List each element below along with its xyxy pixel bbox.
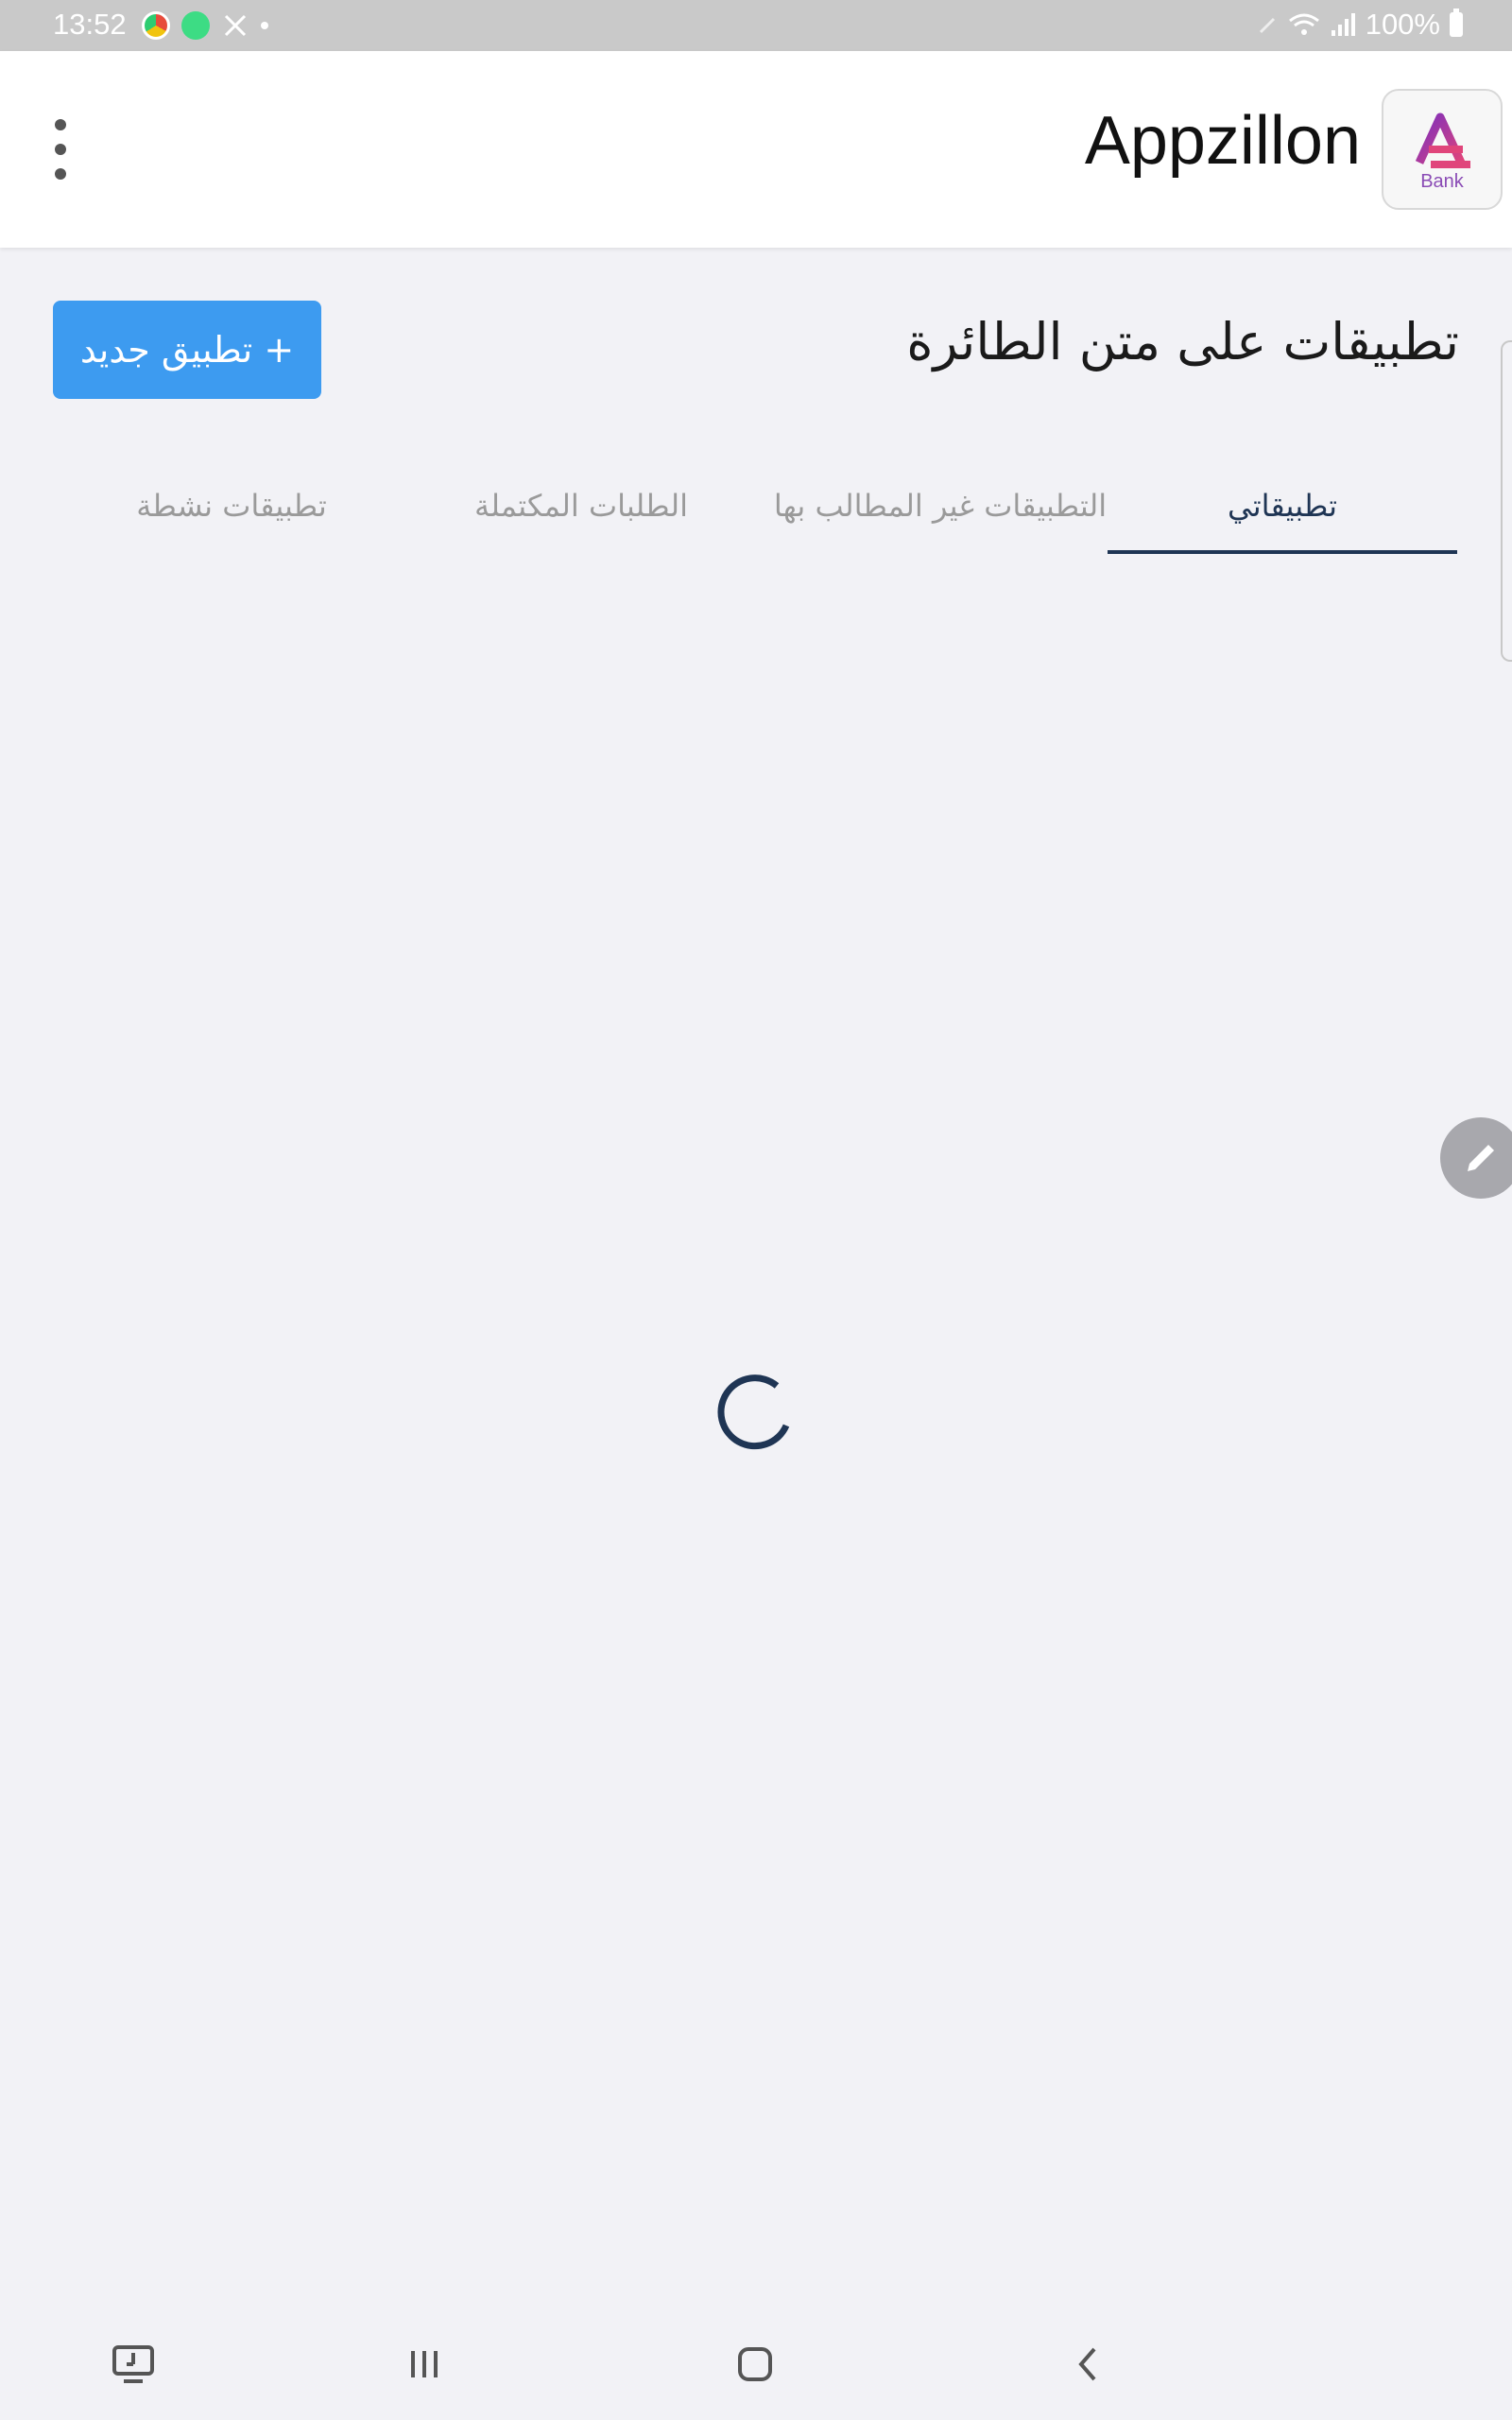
home-icon[interactable] xyxy=(722,2331,788,2397)
no-signal-tools-icon xyxy=(224,14,247,37)
app-logo: Bank xyxy=(1382,89,1503,210)
battery-icon xyxy=(1450,9,1463,37)
app-title: Appzillon xyxy=(1084,103,1361,179)
logo-caption: Bank xyxy=(1420,171,1464,192)
system-nav-bar xyxy=(0,2307,1512,2420)
cell-signal-icon xyxy=(1331,13,1355,36)
wifi-icon xyxy=(1288,13,1319,35)
battery-percent: 100% xyxy=(1365,8,1440,41)
more-vert-icon[interactable] xyxy=(43,119,77,180)
back-icon[interactable] xyxy=(1055,2331,1121,2397)
tab-bar: تطبيقات نشطة الطلبات المكتملة التطبيقات … xyxy=(94,454,1459,558)
recents-icon[interactable] xyxy=(391,2331,457,2397)
new-application-button[interactable]: + تطبيق جديد xyxy=(53,301,321,399)
android-icon xyxy=(181,11,210,40)
notification-dot-icon xyxy=(261,22,268,29)
pencil-icon xyxy=(1468,1145,1494,1171)
status-system-icons: 100% xyxy=(1258,8,1463,42)
tab-my-applications[interactable]: تطبيقاتي xyxy=(1108,454,1457,558)
edit-button[interactable] xyxy=(1440,1117,1512,1199)
status-notification-icons xyxy=(142,11,268,40)
page-title: تطبيقات على متن الطائرة xyxy=(906,312,1459,372)
tab-completed-requests[interactable]: الطلبات المكتملة xyxy=(444,454,718,558)
status-bar: 13:52 100% xyxy=(0,0,1512,51)
pen-icon xyxy=(1259,17,1275,34)
app-bar: Appzillon Bank xyxy=(0,51,1512,248)
loading-spinner xyxy=(717,1374,790,1450)
tab-unclaimed-applications[interactable]: التطبيقات غير المطالب بها xyxy=(756,454,1125,558)
screen-cast-icon[interactable] xyxy=(100,2331,166,2397)
appzillon-logo-icon xyxy=(1415,112,1470,168)
scroll-edge xyxy=(1501,340,1512,662)
tab-active-applications[interactable]: تطبيقات نشطة xyxy=(94,454,369,558)
chrome-app-icon xyxy=(142,11,170,40)
tab-active-indicator xyxy=(1108,550,1457,554)
status-time: 13:52 xyxy=(53,8,127,41)
